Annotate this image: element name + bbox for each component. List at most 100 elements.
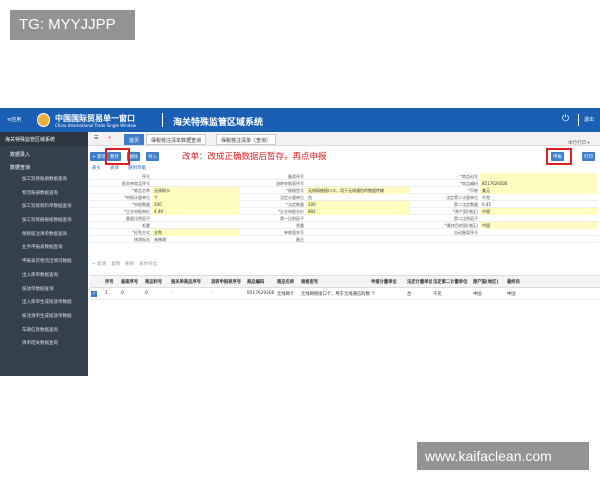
field-input[interactable] (152, 173, 240, 180)
column-header: 报关单商品序号 (171, 280, 202, 285)
field-input[interactable] (306, 222, 410, 229)
field-label: 第二比例因子 (454, 216, 478, 221)
field-input[interactable]: 全免 (152, 229, 240, 236)
form-row: 重量比例因子 第一比例因子 第二比例因子 (90, 215, 598, 222)
form-row: 毛重 净重 *最终目的国(地区) 中国 (90, 222, 598, 229)
field-label: 重量比例因子 (126, 216, 150, 221)
field-input[interactable] (306, 229, 410, 236)
field-input[interactable] (480, 236, 598, 243)
sidebar-item[interactable]: 加工贸易耗料单数据查询 (0, 199, 88, 213)
column-header: 商品料号 (145, 280, 163, 285)
tab-form[interactable]: 保税核注清单（查询） (216, 134, 277, 145)
field-input[interactable]: 未修改 (152, 236, 240, 243)
tab-home[interactable]: 首页 (124, 134, 145, 145)
field-input[interactable]: 892 (306, 208, 410, 215)
field-label: *企业申报总价 (278, 209, 304, 214)
field-input[interactable]: 200 (152, 201, 240, 208)
field-label: 法定计量单位 (280, 195, 304, 200)
table-row[interactable]: ✓ 1 0 0 - - 8517629200无线网卡 无线网络接口卡，用于无线通信的数据传输个… (90, 288, 600, 300)
field-input[interactable] (480, 229, 598, 236)
more-dropdown[interactable]: 本行打印 ▾ (568, 140, 590, 146)
sidebar-item[interactable]: 物流账册数据查询 (0, 186, 88, 200)
form-row: *商品名称 无线网卡 *规格型号 无线网络接口卡，用于无线通信的数据传输 *币制 美元 (90, 187, 598, 194)
field-input[interactable] (306, 180, 410, 187)
field-label: 流转申报表序号 (276, 181, 304, 186)
sidebar-item[interactable]: 清单结关数据查询 (0, 336, 88, 350)
sidebar-item[interactable]: 出入库单生成核放单数据 (0, 295, 88, 309)
tab-prev-icon[interactable]: « (108, 135, 111, 141)
field-input[interactable]: 200 (306, 201, 410, 208)
field-input[interactable] (152, 215, 240, 222)
sidebar-item[interactable]: 业务申报表数据查询 (0, 240, 88, 254)
row-checkbox[interactable]: ✓ (90, 288, 104, 299)
field-label: 单耗版本号 (284, 230, 304, 235)
menu-toggle-icon[interactable]: ☰ (94, 135, 98, 141)
subtab-attach[interactable]: 随附单据 (128, 165, 146, 171)
sidebar-item[interactable]: 核注清单生成核放单数据 (0, 309, 88, 323)
print-button[interactable]: 打印 (582, 152, 595, 161)
sidebar-item[interactable]: 出入库单数据查询 (0, 268, 88, 282)
grid-action-button[interactable]: + 新增 (92, 262, 106, 267)
field-input[interactable]: 个 (152, 194, 240, 201)
sidebar-item[interactable]: 核放单数据查询 (0, 282, 88, 296)
field-input[interactable]: 台 (306, 194, 410, 201)
field-label: *最终目的国(地区) (444, 223, 478, 228)
sidebar-section-query[interactable]: 数据查询 (0, 159, 88, 172)
field-label: 序号 (142, 174, 150, 179)
grid-header: 序号 备案序号 商品料号 报关单商品序号 流转申报表序号 商品编码 商品名称 规格型号 申报计量… (90, 276, 600, 288)
field-input[interactable] (152, 180, 240, 187)
column-header: 法定第二计量单位 (433, 280, 468, 285)
table-cell: 中国 (473, 292, 482, 297)
column-header: 序号 (105, 280, 114, 285)
form-row: 修改标志 未修改 备注 (90, 236, 598, 243)
subtab-header[interactable]: 表头 (92, 165, 101, 171)
app-menu-button[interactable]: ≡应用 (7, 116, 21, 123)
sidebar-item[interactable]: 车辆信息数据查询 (0, 323, 88, 337)
sidebar-item[interactable]: 加工贸易册报核数据查询 (0, 213, 88, 227)
field-input[interactable] (306, 236, 410, 243)
field-input[interactable]: 无线网络接口卡，用于无线通信的数据传输 (306, 187, 410, 194)
column-header: 原产国(地区) (473, 280, 499, 285)
sidebar-item[interactable]: 申报表货物流出情况数据 (0, 254, 88, 268)
import-button[interactable]: 导入 (146, 152, 159, 161)
column-header: 备案序号 (121, 280, 139, 285)
field-label: 报关单商品序号 (122, 181, 150, 186)
field-input[interactable]: 中国 (480, 222, 598, 229)
field-input[interactable]: 4.49 (152, 208, 240, 215)
field-label: *原产国(地区) (452, 209, 478, 214)
field-input[interactable]: 美元 (480, 187, 598, 194)
detail-form: 序号 备案序号 *商品料号 报关单商品序号 流转申报表序号 *商品编码 8517629200… (90, 173, 598, 243)
subtab-body[interactable]: 表体 (110, 165, 119, 171)
field-label: *币制 (468, 188, 478, 193)
logout-button[interactable]: 退出 (584, 116, 594, 123)
checkbox-icon[interactable]: ✓ (91, 291, 97, 297)
top-bar: ≡应用 中国国际贸易单一窗口 China International Trade… (0, 108, 600, 132)
field-input[interactable] (152, 222, 240, 229)
field-label: 修改标志 (134, 237, 150, 242)
field-input[interactable] (306, 173, 410, 180)
column-header: 商品名称 (277, 280, 295, 285)
select-all-checkbox[interactable] (90, 276, 104, 287)
field-input[interactable] (480, 173, 598, 180)
sidebar: 海关特殊监管区域系统 数据录入 数据查询 加工贸易账册数据查询 物流账册数据查询加… (0, 132, 88, 376)
grid-action-button[interactable]: 删除 (125, 262, 134, 267)
field-input[interactable]: 千克 (480, 194, 598, 201)
portal-subtitle: China International Trade Single Window (55, 123, 137, 128)
field-input[interactable]: 无线网卡 (152, 187, 240, 194)
field-input[interactable] (306, 215, 410, 222)
field-input[interactable]: 8517629200 (480, 180, 598, 187)
sidebar-item[interactable]: 加工贸易账册数据查询 (0, 172, 88, 186)
column-header: 最终目 (507, 280, 520, 285)
sidebar-item[interactable]: 保税核注清单数据查询 (0, 227, 88, 241)
tab-query[interactable]: 保税核注清单数据查询 (146, 134, 207, 145)
table-cell: - (171, 291, 173, 296)
sidebar-section-entry[interactable]: 数据录入 (0, 146, 88, 159)
tab-bar: ☰ « 首页 保税核注清单数据查询 保税核注清单（查询） (88, 132, 600, 146)
table-cell: - (211, 291, 213, 296)
power-icon[interactable]: ⏻ (562, 114, 569, 124)
grid-action-button[interactable]: 表体导出 (139, 262, 157, 267)
field-input[interactable] (480, 215, 598, 222)
field-input[interactable]: 中国 (480, 208, 598, 215)
field-input[interactable]: 0.45 (480, 201, 598, 208)
grid-action-button[interactable]: 复制 (111, 262, 120, 267)
